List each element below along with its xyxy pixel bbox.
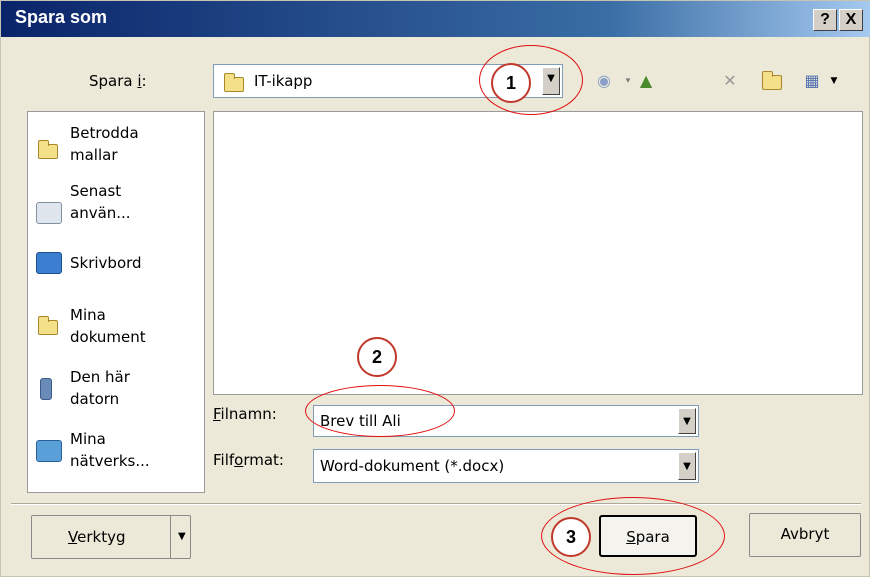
divider — [11, 503, 861, 505]
place-my-documents[interactable]: Mina dokument — [32, 304, 202, 364]
places-bar: Betrodda mallar Senast använ... Skrivbord … — [27, 111, 205, 493]
up-folder-icon[interactable]: ▲ — [635, 71, 657, 91]
callout-2-ellipse — [305, 385, 455, 437]
place-line2: använ... — [70, 204, 131, 222]
save-in-label-colon: : — [141, 72, 147, 90]
documents-icon — [38, 316, 58, 335]
recent-icon — [36, 202, 62, 224]
filename-label-key: F — [213, 405, 221, 423]
title-bar: Spara som ? X — [1, 1, 870, 37]
delete-icon[interactable]: ✕ — [719, 71, 741, 91]
cancel-button[interactable]: Avbryt — [749, 513, 861, 557]
chevron-down-icon[interactable]: ▼ — [678, 408, 696, 434]
fileformat-label-key: o — [234, 451, 244, 469]
dialog-title: Spara som — [15, 7, 108, 27]
place-label: Skrivbord — [70, 252, 142, 274]
folder-icon — [224, 73, 244, 92]
place-line1: Betrodda — [70, 124, 139, 142]
filename-label-text: ilnamn: — [220, 405, 277, 423]
fileformat-label-post: rmat: — [243, 451, 284, 469]
tools-split-divider — [170, 516, 171, 558]
place-line1: Skrivbord — [70, 254, 142, 272]
views-icon[interactable]: ▦ — [801, 71, 823, 91]
place-trusted-templates[interactable]: Betrodda mallar — [32, 122, 202, 182]
place-line2: nätverks... — [70, 452, 150, 470]
place-line2: mallar — [70, 146, 118, 164]
chevron-down-icon[interactable]: ▼ — [178, 516, 186, 558]
callout-3-badge: 3 — [551, 517, 591, 557]
place-desktop[interactable]: Skrivbord — [32, 252, 202, 312]
save-in-label: Spara i: — [89, 72, 147, 90]
file-list[interactable] — [213, 111, 863, 395]
place-label: Betrodda mallar — [70, 122, 139, 166]
save-in-label-text: Spara — [89, 72, 138, 90]
views-dropdown-icon[interactable]: ▼ — [823, 71, 845, 91]
place-network[interactable]: Mina nätverks... — [32, 428, 202, 488]
tools-button[interactable]: Verktyg ▼ — [31, 515, 191, 559]
place-line2: datorn — [70, 390, 120, 408]
close-button[interactable]: X — [839, 9, 863, 31]
fileformat-label-pre: Filf — [213, 451, 235, 469]
place-line1: Senast — [70, 182, 122, 200]
back-icon[interactable]: ◉ — [593, 71, 615, 91]
tools-button-key: V — [68, 528, 78, 546]
desktop-icon — [36, 252, 62, 274]
callout-2-badge: 2 — [357, 337, 397, 377]
place-line2: dokument — [70, 328, 146, 346]
folder-icon — [38, 140, 58, 159]
place-line1: Mina — [70, 430, 106, 448]
network-icon — [36, 440, 62, 462]
computer-icon — [40, 378, 52, 400]
save-in-value: IT-ikapp — [254, 72, 313, 90]
place-recent[interactable]: Senast använ... — [32, 180, 202, 240]
help-button[interactable]: ? — [813, 9, 837, 31]
fileformat-select[interactable]: Word-dokument (*.docx) ▼ — [313, 449, 699, 483]
fileformat-value: Word-dokument (*.docx) — [320, 457, 505, 475]
save-as-dialog: Spara som ? X Spara i: IT-ikapp ▼ ◉ ▾ ▲ … — [0, 0, 870, 577]
place-label: Den här datorn — [70, 366, 130, 410]
new-folder-icon[interactable] — [761, 71, 783, 91]
place-line1: Den här — [70, 368, 130, 386]
fileformat-label: Filformat: — [213, 451, 284, 469]
new-folder-glyph-icon — [762, 71, 782, 90]
place-label: Mina nätverks... — [70, 428, 150, 472]
place-this-computer[interactable]: Den här datorn — [32, 366, 202, 426]
place-label: Senast använ... — [70, 180, 131, 224]
callout-1-badge: 1 — [491, 63, 531, 103]
tools-button-label: Verktyg — [68, 516, 125, 558]
tools-button-text: erktyg — [77, 528, 126, 546]
place-label: Mina dokument — [70, 304, 146, 348]
place-line1: Mina — [70, 306, 106, 324]
chevron-down-icon[interactable]: ▼ — [678, 452, 696, 480]
filename-label: Filnamn: — [213, 405, 277, 423]
